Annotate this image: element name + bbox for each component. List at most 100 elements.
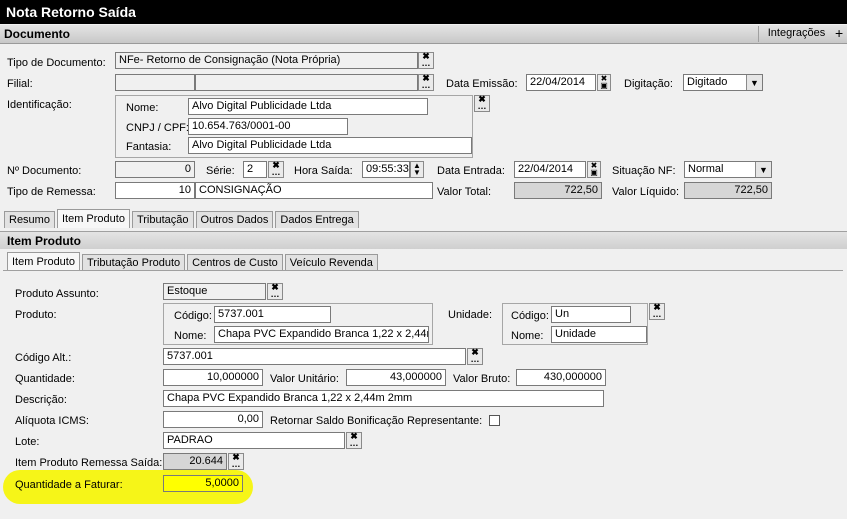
hora-saida-label: Hora Saída: xyxy=(294,165,353,177)
integracoes-button[interactable]: Integrações xyxy=(758,26,834,42)
retornar-saldo-checkbox[interactable] xyxy=(489,415,500,426)
fantasia-label: Fantasia: xyxy=(126,141,172,153)
item-remessa-field[interactable]: 20.644 xyxy=(163,453,227,470)
serie-field[interactable]: 2 xyxy=(243,161,267,178)
ellipsis-icon: … xyxy=(421,58,431,68)
codigo-alt-label: Código Alt.: xyxy=(15,352,72,364)
tipo-remessa-name-field[interactable]: CONSIGNAÇÃO xyxy=(195,182,433,199)
unidade-codigo-field[interactable]: Un xyxy=(551,306,631,323)
produto-assunto-lookup-button[interactable]: ✖… xyxy=(267,283,283,300)
fantasia-field[interactable]: Alvo Digital Publicidade Ltda xyxy=(188,137,472,154)
ellipsis-icon: … xyxy=(421,80,431,90)
identificacao-label: Identificação: xyxy=(7,99,72,111)
subtab-item-produto[interactable]: Item Produto xyxy=(7,252,80,271)
produto-assunto-field[interactable]: Estoque xyxy=(163,283,266,300)
data-entrada-label: Data Entrada: xyxy=(437,165,505,177)
filial-name-field[interactable] xyxy=(195,74,418,91)
subtab-centros-custo[interactable]: Centros de Custo xyxy=(187,254,283,271)
descricao-label: Descrição: xyxy=(15,394,67,406)
window-title: Nota Retorno Saída xyxy=(0,0,847,24)
unidade-lookup-button[interactable]: ✖… xyxy=(649,303,665,320)
quantidade-faturar-label: Quantidade a Faturar: xyxy=(15,479,123,491)
sub-tabs: Item Produto Tributação Produto Centros … xyxy=(7,252,380,271)
produto-codigo-label: Código: xyxy=(174,310,212,322)
aliquota-icms-label: Alíquota ICMS: xyxy=(15,415,89,427)
calendar-icon[interactable]: ✖ ▣ xyxy=(587,161,601,178)
serie-label: Série: xyxy=(206,165,235,177)
codigo-alt-lookup-button[interactable]: ✖… xyxy=(467,348,483,365)
chevron-down-icon[interactable]: ▼ xyxy=(755,162,771,177)
chevron-down-icon[interactable]: ▼ xyxy=(746,75,762,90)
tab-tributacao[interactable]: Tributação xyxy=(131,211,194,228)
valor-unitario-field[interactable]: 43,000000 xyxy=(346,369,446,386)
tab-outros-dados[interactable]: Outros Dados xyxy=(195,211,274,228)
identificacao-lookup-button[interactable]: ✖… xyxy=(474,95,490,112)
ellipsis-icon: … xyxy=(231,459,241,469)
digitacao-label: Digitação: xyxy=(624,78,673,90)
tab-item-produto[interactable]: Item Produto xyxy=(56,209,130,228)
tipo-remessa-code-field[interactable]: 10 xyxy=(115,182,195,199)
unidade-group: Código: Un Nome: Unidade xyxy=(502,303,648,345)
identificacao-group: Nome: Alvo Digital Publicidade Ltda CNPJ… xyxy=(115,95,473,158)
data-emissao-field[interactable]: 22/04/2014 xyxy=(526,74,596,91)
cnpj-field[interactable]: 10.654.763/0001-00 xyxy=(188,118,348,135)
subtab-veiculo-revenda[interactable]: Veículo Revenda xyxy=(284,254,378,271)
valor-total-label: Valor Total: xyxy=(437,186,492,198)
produto-label: Produto: xyxy=(15,309,57,321)
lote-label: Lote: xyxy=(15,436,40,448)
subtab-tributacao-produto[interactable]: Tributação Produto xyxy=(81,254,186,271)
filial-lookup-button[interactable]: ✖… xyxy=(418,74,434,91)
nome-label: Nome: xyxy=(126,102,159,114)
aliquota-icms-field[interactable]: 0,00 xyxy=(163,411,263,428)
ellipsis-icon: … xyxy=(470,354,480,364)
produto-codigo-field[interactable]: 5737.001 xyxy=(214,306,331,323)
section-header: Item Produto xyxy=(0,231,847,249)
quantidade-faturar-field[interactable]: 5,0000 xyxy=(163,475,243,492)
document-header-title: Documento xyxy=(4,27,70,41)
retornar-saldo-label: Retornar Saldo Bonificação Representante… xyxy=(270,415,483,427)
valor-bruto-label: Valor Bruto: xyxy=(453,373,511,385)
quantidade-label: Quantidade: xyxy=(15,373,75,385)
nome-field[interactable]: Alvo Digital Publicidade Ltda xyxy=(188,98,428,115)
tipo-documento-label: Tipo de Documento: xyxy=(7,57,106,69)
lote-field[interactable]: PADRAO xyxy=(163,432,345,449)
produto-nome-field[interactable]: Chapa PVC Expandido Branca 1,22 x 2,44m xyxy=(214,326,429,343)
filial-code-field[interactable] xyxy=(115,74,195,91)
numero-documento-label: Nº Documento: xyxy=(7,165,82,177)
hora-saida-field[interactable]: 09:55:33 xyxy=(362,161,410,178)
tab-resumo[interactable]: Resumo xyxy=(4,211,55,228)
tipo-documento-field[interactable]: NFe- Retorno de Consignação (Nota Própri… xyxy=(115,52,418,69)
ellipsis-icon: … xyxy=(270,289,280,299)
produto-group: Código: 5737.001 Nome: Chapa PVC Expandi… xyxy=(163,303,433,345)
valor-unitario-label: Valor Unitário: xyxy=(270,373,339,385)
unidade-nome-field[interactable]: Unidade xyxy=(551,326,647,343)
quantidade-field[interactable]: 10,000000 xyxy=(163,369,263,386)
serie-lookup-button[interactable]: ✖… xyxy=(268,161,284,178)
situacao-nf-value: Normal xyxy=(688,163,724,175)
produto-nome-label: Nome: xyxy=(174,330,207,342)
calendar-icon[interactable]: ✖ ▣ xyxy=(597,74,611,91)
ellipsis-icon: … xyxy=(477,101,487,111)
descricao-field[interactable]: Chapa PVC Expandido Branca 1,22 x 2,44m … xyxy=(163,390,604,407)
data-entrada-field[interactable]: 22/04/2014 xyxy=(514,161,586,178)
item-remessa-label: Item Produto Remessa Saída: xyxy=(15,457,163,469)
codigo-alt-field[interactable]: 5737.001 xyxy=(163,348,466,365)
situacao-nf-select[interactable]: Normal ▼ xyxy=(684,161,772,178)
cnpj-label: CNPJ / CPF: xyxy=(126,122,189,134)
document-header: Documento Integrações + xyxy=(0,25,847,44)
time-spinner-icon[interactable]: ▲ ▼ xyxy=(410,161,424,178)
tab-divider xyxy=(3,270,843,271)
numero-documento-field[interactable]: 0 xyxy=(115,161,195,178)
unidade-codigo-label: Código: xyxy=(511,310,549,322)
tab-dados-entrega[interactable]: Dados Entrega xyxy=(275,211,359,228)
valor-bruto-field[interactable]: 430,000000 xyxy=(516,369,606,386)
ellipsis-icon: … xyxy=(652,309,662,319)
plus-icon[interactable]: + xyxy=(835,25,847,42)
lote-lookup-button[interactable]: ✖… xyxy=(346,432,362,449)
digitacao-select[interactable]: Digitado ▼ xyxy=(683,74,763,91)
main-tabs: Resumo Item Produto Tributação Outros Da… xyxy=(4,209,361,228)
item-remessa-lookup-button[interactable]: ✖… xyxy=(228,453,244,470)
unidade-nome-label: Nome: xyxy=(511,330,544,342)
tipo-documento-lookup-button[interactable]: ✖… xyxy=(418,52,434,69)
digitacao-value: Digitado xyxy=(687,76,728,88)
